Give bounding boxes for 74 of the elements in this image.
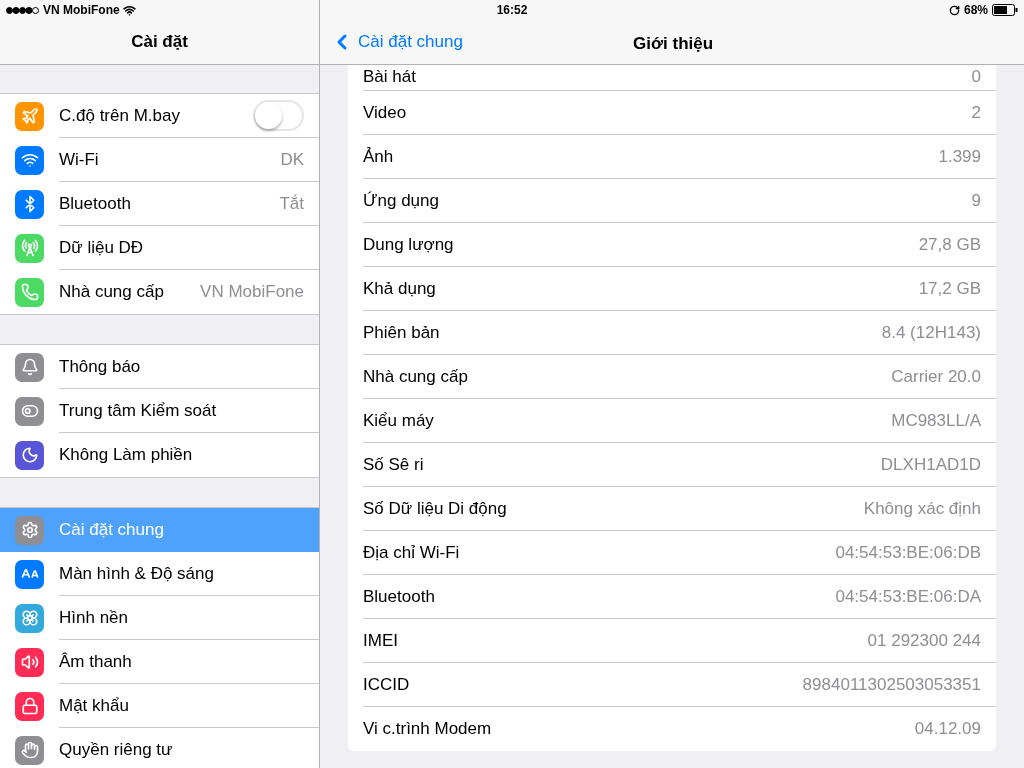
row-value: Không xác định <box>863 497 981 520</box>
item-label: C.độ trên M.bay <box>59 104 180 127</box>
item-label: Mật khẩu <box>59 694 129 717</box>
row-label: Phiên bản <box>363 321 440 344</box>
row-label: Ảnh <box>363 145 394 168</box>
hand-icon <box>15 735 44 765</box>
signal-icon <box>6 6 40 14</box>
item-label: Wi-Fi <box>59 148 99 171</box>
row-label: Ứng dụng <box>363 189 439 212</box>
row-label: Số Sê ri <box>363 453 424 476</box>
item-label: Không Làm phiền <box>59 444 193 467</box>
back-button[interactable]: Cài đặt chung <box>320 29 463 55</box>
phone-icon <box>15 277 44 307</box>
row-label: Video <box>363 101 407 124</box>
bluetooth-icon <box>15 189 44 219</box>
row-value: 04:54:53:BE:06:DB <box>835 541 981 564</box>
row-label: Dung lượng <box>363 233 454 256</box>
row-label: Nhà cung cấp <box>363 365 468 388</box>
gear-icon <box>15 515 44 545</box>
row-value: 9 <box>971 189 981 212</box>
toggle-switch[interactable] <box>253 100 304 131</box>
item-label: Trung tâm Kiểm soát <box>59 399 217 422</box>
item-label: Màn hình & Độ sáng <box>59 562 214 585</box>
row-value: 0 <box>971 65 981 88</box>
row-value: 04.12.09 <box>914 718 981 741</box>
row-label: Địa chỉ Wi-Fi <box>363 541 460 564</box>
item-label: Bluetooth <box>59 192 131 215</box>
row-value: 8984011302503053351 <box>802 673 981 696</box>
row-label: Bài hát <box>363 65 416 88</box>
lock-icon <box>15 691 44 721</box>
row-label: Bluetooth <box>363 585 435 608</box>
item-value: VN MobiFone <box>200 281 304 304</box>
row-label: Khả dụng <box>363 277 436 300</box>
row-label: IMEI <box>363 629 398 652</box>
row-value: 8.4 (12H143) <box>881 321 981 344</box>
item-value: Tắt <box>279 192 304 215</box>
row-value: 27,8 GB <box>918 233 981 256</box>
battery-percent: 68% <box>963 2 988 19</box>
item-label: Hình nền <box>59 606 128 629</box>
switches-icon <box>15 396 44 426</box>
row-value: 01 292300 244 <box>867 629 981 652</box>
sidebar-title: Cài đặt <box>131 31 188 54</box>
airplane-icon <box>15 101 44 131</box>
row-value: DLXH1AD1D <box>880 453 981 476</box>
item-label: Thông báo <box>59 355 141 378</box>
clock: 16:52 <box>496 2 528 19</box>
row-value: 04:54:53:BE:06:DA <box>835 585 981 608</box>
row-value: 2 <box>971 101 981 124</box>
item-label: Quyền riêng tư <box>59 739 173 762</box>
wifi-icon <box>15 145 44 175</box>
item-label: Nhà cung cấp <box>59 281 164 304</box>
page-title: Giới thiệu <box>633 33 714 55</box>
moon-icon <box>15 440 44 470</box>
row-value: Carrier 20.0 <box>891 365 981 388</box>
notification-icon <box>15 352 44 382</box>
flower-icon <box>15 603 44 633</box>
rotation-lock-icon <box>948 4 960 16</box>
row-label: Kiểu máy <box>363 409 434 432</box>
row-label: Số Dữ liệu Di động <box>363 497 507 520</box>
speaker-icon <box>15 647 44 677</box>
text-size-icon <box>15 559 44 589</box>
battery-icon <box>992 4 1018 16</box>
row-value: 1.399 <box>938 145 981 168</box>
row-label: Vi c.trình Modem <box>363 718 492 741</box>
item-label: Âm thanh <box>59 650 132 673</box>
carrier-name: VN MobiFone <box>43 2 120 19</box>
item-value: DK <box>280 148 304 171</box>
row-value: 17,2 GB <box>918 277 981 300</box>
wifi-icon <box>122 3 136 17</box>
row-label: ICCID <box>363 673 410 696</box>
item-label: Dữ liệu DĐ <box>59 236 144 259</box>
item-label: Cài đặt chung <box>59 519 164 542</box>
antenna-icon <box>15 233 44 263</box>
row-value: MC983LL/A <box>891 409 981 432</box>
